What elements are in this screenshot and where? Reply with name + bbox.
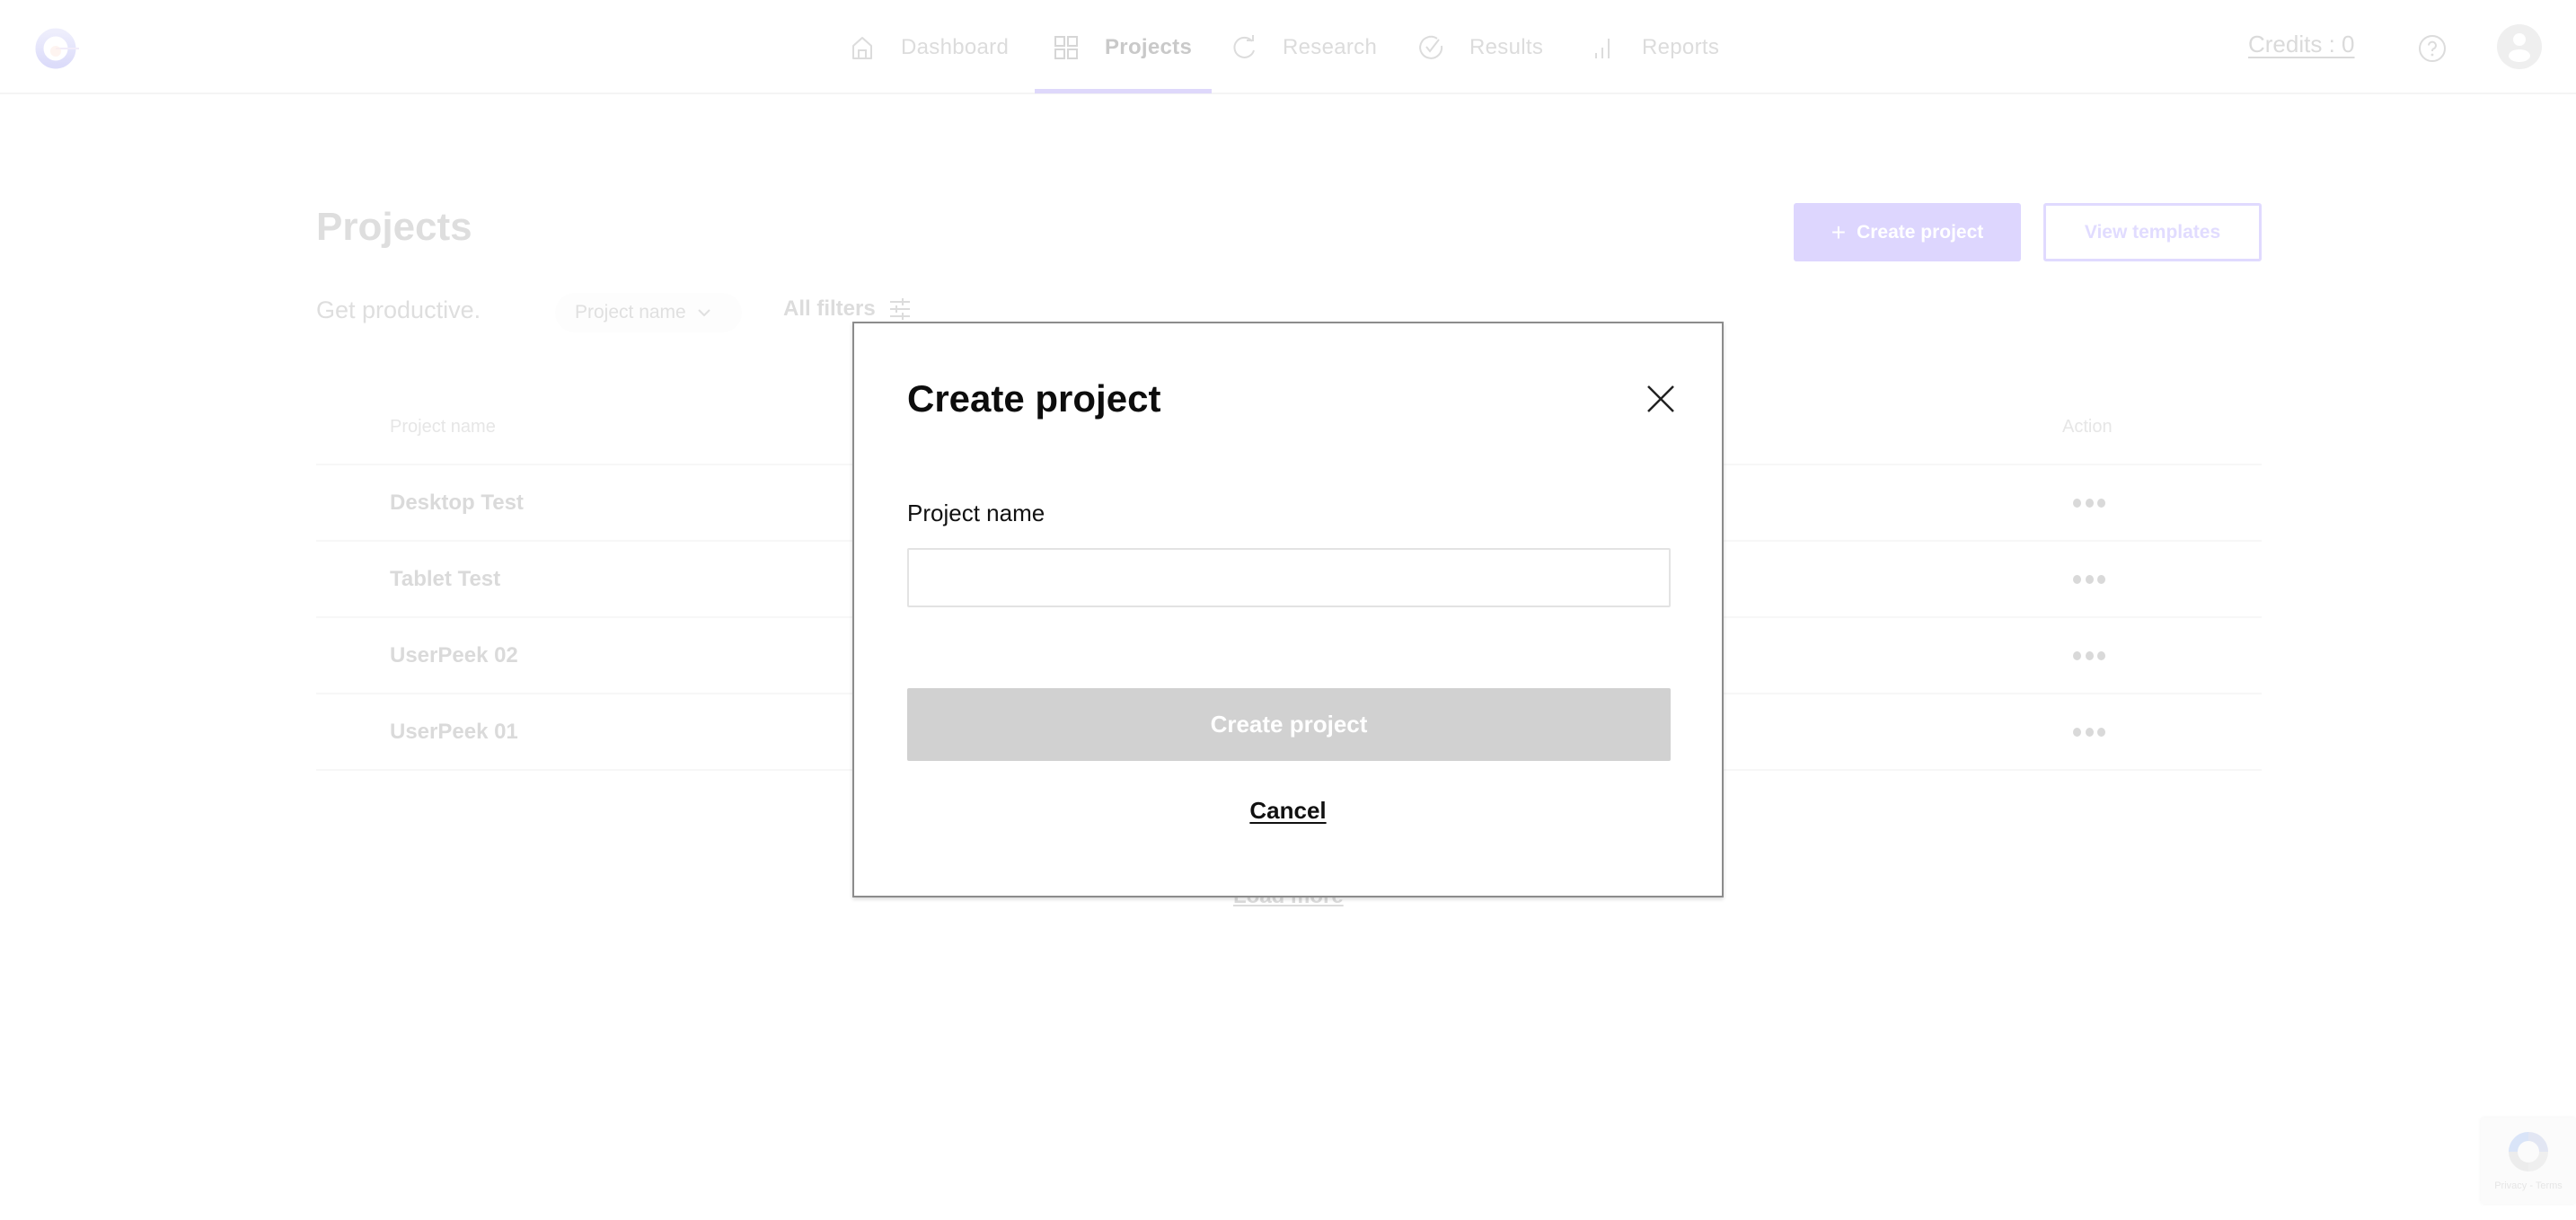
bar-chart-icon <box>1595 38 1610 58</box>
sort-dropdown-value: Project name <box>575 302 686 323</box>
user-avatar-icon[interactable] <box>2497 24 2542 69</box>
nav-results-label: Results <box>1469 34 1544 59</box>
nav-results[interactable]: Results <box>1417 0 1543 94</box>
home-icon <box>852 36 872 59</box>
more-options-icon[interactable] <box>2073 723 2105 741</box>
more-options-icon[interactable] <box>2073 570 2105 588</box>
all-filters-button[interactable]: All filters <box>783 296 912 322</box>
create-project-button[interactable]: + Create project <box>1794 203 2021 261</box>
project-name-cell[interactable]: Tablet Test <box>390 567 500 592</box>
close-icon[interactable] <box>1645 383 1677 415</box>
refresh-icon <box>1233 34 1255 58</box>
create-project-modal: Create project Project name Create proje… <box>852 322 1724 897</box>
nav-projects[interactable]: Projects <box>1053 0 1192 94</box>
nav-reports[interactable]: Reports <box>1590 0 1719 94</box>
cancel-link[interactable]: Cancel <box>1249 797 1326 824</box>
create-project-button-label: Create project <box>1857 221 1984 243</box>
sort-dropdown[interactable]: Project name <box>555 293 742 332</box>
column-header-project-name[interactable]: Project name <box>390 417 496 438</box>
credits-link[interactable]: Credits : 0 <box>2248 31 2355 58</box>
cancel-container: Cancel <box>854 797 1722 825</box>
recaptcha-links[interactable]: Privacy - Terms <box>2494 1180 2563 1191</box>
nav-research[interactable]: Research <box>1231 0 1377 94</box>
nav-dashboard-label: Dashboard <box>901 34 1010 59</box>
nav-research-label: Research <box>1283 34 1378 59</box>
active-tab-indicator <box>1035 89 1212 93</box>
modal-title: Create project <box>907 377 1161 420</box>
all-filters-label: All filters <box>783 296 876 321</box>
grid-icon <box>1054 35 1078 59</box>
brand-logo[interactable] <box>32 23 83 74</box>
page-subtitle: Get productive. <box>316 296 481 323</box>
recaptcha-badge[interactable]: Privacy - Terms <box>2481 1118 2576 1204</box>
chevron-down-icon <box>698 309 710 317</box>
page-title: Projects <box>316 205 472 249</box>
top-navigation-bar: Dashboard Projects Research Results Repo… <box>0 0 2576 94</box>
plus-icon: + <box>1831 217 1847 246</box>
column-header-action: Action <box>2062 417 2113 437</box>
check-circle-icon <box>1419 35 1443 59</box>
view-templates-button-label: View templates <box>2084 221 2221 243</box>
view-templates-button[interactable]: View templates <box>2043 203 2262 261</box>
modal-create-project-button[interactable]: Create project <box>907 688 1671 761</box>
more-options-icon[interactable] <box>2073 647 2105 665</box>
nav-projects-label: Projects <box>1105 34 1193 59</box>
project-name-cell[interactable]: Desktop Test <box>390 491 524 516</box>
nav-reports-label: Reports <box>1642 34 1720 59</box>
nav-dashboard[interactable]: Dashboard <box>849 0 1009 94</box>
project-name-cell[interactable]: UserPeek 02 <box>390 643 518 668</box>
project-name-label: Project name <box>907 499 1045 526</box>
more-options-icon[interactable] <box>2073 494 2105 512</box>
recaptcha-icon <box>2509 1132 2548 1171</box>
project-name-input[interactable] <box>907 548 1671 607</box>
project-name-cell[interactable]: UserPeek 01 <box>390 720 518 745</box>
question-circle-icon[interactable] <box>2418 34 2447 63</box>
sliders-icon <box>889 298 910 320</box>
